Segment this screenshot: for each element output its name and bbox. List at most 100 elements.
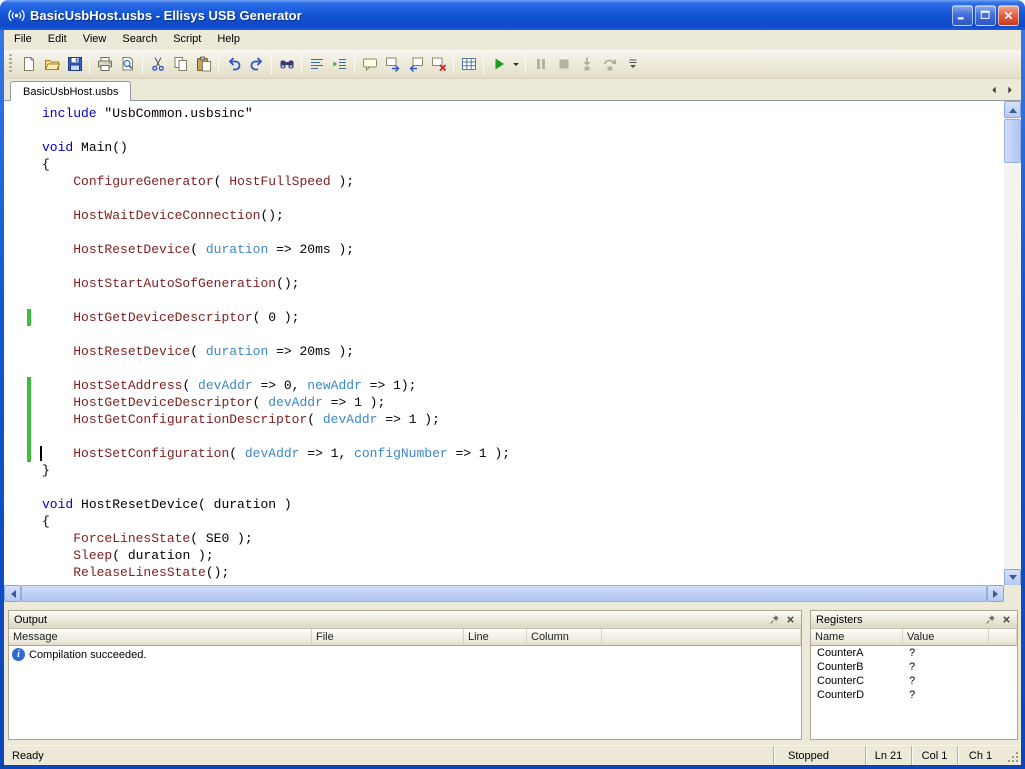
register-name: CounterB <box>811 661 903 673</box>
status-run-state: Stopped <box>773 746 865 765</box>
code-token: HostFullSpeed <box>229 174 330 189</box>
vertical-scroll-thumb[interactable] <box>1004 119 1021 163</box>
output-message-row[interactable]: iCompilation succeeded. <box>9 646 801 663</box>
code-token: ( <box>307 412 323 427</box>
code-token: => 1); <box>362 378 417 393</box>
print-preview-button[interactable] <box>116 53 139 75</box>
resize-grip[interactable] <box>1003 746 1021 765</box>
close-button[interactable] <box>998 5 1019 26</box>
maximize-button[interactable] <box>975 5 996 26</box>
comment-button[interactable] <box>358 53 381 75</box>
grid-icon <box>461 56 477 72</box>
code-line: { <box>42 156 1004 173</box>
paste-button[interactable] <box>192 53 215 75</box>
code-token: "UsbCommon.usbsinc" <box>97 106 253 121</box>
menu-edit[interactable]: Edit <box>40 30 75 50</box>
code-token <box>42 531 73 546</box>
horizontal-scrollbar[interactable] <box>4 585 1004 602</box>
status-line: Ln 21 <box>865 746 911 765</box>
registers-panel-header: Registers <box>811 611 1017 629</box>
cut-button[interactable] <box>146 53 169 75</box>
register-name: CounterD <box>811 689 903 701</box>
menu-file[interactable]: File <box>6 30 40 50</box>
code-line: ForceLinesState( SE0 ); <box>42 530 1004 547</box>
code-token <box>42 565 73 580</box>
code-token: ( <box>182 378 198 393</box>
code-area[interactable]: include "UsbCommon.usbsinc"void Main(){ … <box>4 101 1004 586</box>
code-editor[interactable]: include "UsbCommon.usbsinc"void Main(){ … <box>4 100 1021 602</box>
insert-event-button[interactable] <box>381 53 404 75</box>
scroll-down-button[interactable] <box>1004 569 1021 586</box>
undo-button[interactable] <box>222 53 245 75</box>
menu-script[interactable]: Script <box>165 30 209 50</box>
tab-label: BasicUsbHost.usbs <box>23 86 118 98</box>
format-list-button[interactable] <box>305 53 328 75</box>
grid-button[interactable] <box>457 53 480 75</box>
register-row[interactable]: CounterB? <box>811 660 1017 674</box>
minimize-button[interactable] <box>952 5 973 26</box>
pin-icon[interactable] <box>766 613 782 627</box>
code-token <box>42 378 73 393</box>
close-icon[interactable] <box>782 613 798 627</box>
changed-line-marker <box>27 428 31 445</box>
register-row[interactable]: CounterD? <box>811 688 1017 702</box>
print-button[interactable] <box>93 53 116 75</box>
scroll-left-button[interactable] <box>4 585 21 602</box>
code-token <box>42 208 73 223</box>
redo-button[interactable] <box>245 53 268 75</box>
save-button[interactable] <box>63 53 86 75</box>
code-line: HostResetDevice( duration => 20ms ); <box>42 343 1004 360</box>
code-line: HostSetAddress( devAddr => 0, newAddr =>… <box>42 377 1004 394</box>
column-header-filler <box>989 629 1017 646</box>
run-icon <box>491 56 507 72</box>
code-line: Sleep( duration ); <box>42 547 1004 564</box>
code-token: HostSetAddress <box>73 378 182 393</box>
menu-view[interactable]: View <box>75 30 115 50</box>
pin-icon[interactable] <box>982 613 998 627</box>
run-dropdown-icon <box>511 56 521 72</box>
new-document-button[interactable] <box>17 53 40 75</box>
close-icon[interactable] <box>998 613 1014 627</box>
column-header-file: File <box>312 629 464 646</box>
open-file-button[interactable] <box>40 53 63 75</box>
menu-help[interactable]: Help <box>209 30 248 50</box>
horizontal-scroll-thumb[interactable] <box>21 585 987 602</box>
code-token <box>42 395 73 410</box>
output-message-text: Compilation succeeded. <box>29 649 146 661</box>
run-dropdown-button[interactable] <box>510 53 522 75</box>
vertical-scrollbar[interactable] <box>1004 101 1021 586</box>
register-value: ? <box>903 689 989 701</box>
register-row[interactable]: CounterA? <box>811 646 1017 660</box>
code-token: => 20ms ); <box>268 344 354 359</box>
indent-button[interactable] <box>328 53 351 75</box>
scroll-up-button[interactable] <box>1004 101 1021 118</box>
register-row[interactable]: CounterC? <box>811 674 1017 688</box>
tab-scroll-left-button[interactable] <box>986 82 1001 97</box>
toolbar-grip[interactable] <box>9 54 12 74</box>
goto-event-button[interactable] <box>404 53 427 75</box>
toolbar-separator <box>142 54 143 74</box>
run-button[interactable] <box>487 53 510 75</box>
register-name: CounterC <box>811 675 903 687</box>
registers-panel-title: Registers <box>816 614 982 626</box>
copy-button[interactable] <box>169 53 192 75</box>
code-token: duration <box>206 344 268 359</box>
output-panel: Output MessageFileLineColumn iCompilatio… <box>8 610 802 740</box>
save-icon <box>67 56 83 72</box>
tab-basicusbhost[interactable]: BasicUsbHost.usbs <box>10 81 131 101</box>
code-token <box>42 174 73 189</box>
changed-line-marker <box>27 445 31 462</box>
register-value: ? <box>903 647 989 659</box>
tab-scroll-right-button[interactable] <box>1002 82 1017 97</box>
overflow-button[interactable] <box>621 53 644 75</box>
scroll-right-button[interactable] <box>987 585 1004 602</box>
code-line: } <box>42 462 1004 479</box>
find-button[interactable] <box>275 53 298 75</box>
code-token: HostStartAutoSofGeneration <box>73 276 276 291</box>
remove-event-button[interactable] <box>427 53 450 75</box>
code-line <box>42 479 1004 496</box>
code-token: HostResetDevice <box>73 242 190 257</box>
menu-search[interactable]: Search <box>114 30 165 50</box>
code-token: duration <box>206 242 268 257</box>
code-token: ReleaseLinesState <box>73 565 206 580</box>
